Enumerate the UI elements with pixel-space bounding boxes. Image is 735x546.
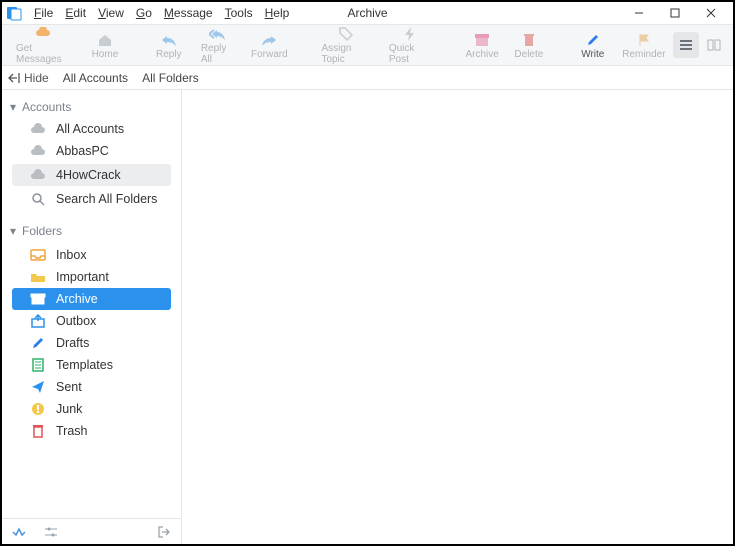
section-accounts[interactable]: ▾ Accounts — [2, 94, 181, 118]
section-folders[interactable]: ▾ Folders — [2, 218, 181, 242]
account-4howcrack[interactable]: 4HowCrack — [12, 164, 171, 186]
forward-icon — [261, 31, 277, 49]
activity-icon[interactable] — [12, 527, 26, 537]
account-abbaspc[interactable]: AbbasPC — [2, 140, 181, 162]
menu-file[interactable]: File — [28, 6, 59, 20]
maximize-button[interactable] — [657, 3, 693, 23]
folder-label: Junk — [56, 402, 82, 416]
app-icon — [6, 5, 22, 21]
flag-icon — [637, 31, 651, 49]
message-list-pane — [182, 90, 733, 544]
folder-label: Archive — [56, 292, 98, 306]
home-button[interactable]: Home — [83, 31, 127, 60]
folder-icon — [30, 269, 46, 285]
chevron-down-icon: ▾ — [8, 100, 18, 114]
archive-icon — [474, 31, 490, 49]
cloud-download-icon — [35, 25, 53, 43]
window-controls — [621, 3, 729, 23]
pencil-icon — [30, 335, 46, 351]
account-all[interactable]: All Accounts — [2, 118, 181, 140]
menu-edit[interactable]: Edit — [59, 6, 92, 20]
folder-label: Outbox — [56, 314, 96, 328]
folder-outbox[interactable]: Outbox — [12, 310, 171, 332]
tag-icon — [338, 25, 354, 43]
folder-label: Templates — [56, 358, 113, 372]
menu-tools[interactable]: Tools — [219, 6, 259, 20]
filter-bar: Hide All Accounts All Folders — [2, 66, 733, 90]
archive-icon — [30, 291, 46, 307]
account-label: Search All Folders — [56, 192, 157, 206]
layout-split-button[interactable] — [701, 32, 727, 58]
body: ▾ Accounts All Accounts AbbasPC 4HowCrac… — [2, 90, 733, 544]
folder-label: Drafts — [56, 336, 89, 350]
menu-view[interactable]: View — [92, 6, 130, 20]
document-icon — [30, 357, 46, 373]
app-window: File Edit View Go Message Tools Help Arc… — [0, 0, 735, 546]
archive-button[interactable]: Archive — [459, 31, 504, 60]
account-label: All Accounts — [56, 122, 124, 136]
minimize-button[interactable] — [621, 3, 657, 23]
toolbar: Get Messages Home Reply Reply All Forwar… — [2, 24, 733, 66]
hide-sidebar-button[interactable]: Hide — [8, 71, 49, 85]
delete-button[interactable]: Delete — [507, 31, 551, 60]
menu-bar: File Edit View Go Message Tools Help Arc… — [2, 2, 733, 24]
reply-button[interactable]: Reply — [147, 31, 191, 60]
reminder-button[interactable]: Reminder — [617, 31, 671, 60]
filter-all-accounts[interactable]: All Accounts — [63, 71, 128, 85]
reply-all-button[interactable]: Reply All — [193, 25, 243, 65]
folder-sent[interactable]: Sent — [12, 376, 171, 398]
outbox-icon — [30, 313, 46, 329]
assign-topic-button[interactable]: Assign Topic — [313, 25, 378, 65]
send-icon — [30, 379, 46, 395]
get-messages-button[interactable]: Get Messages — [8, 25, 81, 65]
folder-junk[interactable]: Junk — [12, 398, 171, 420]
search-all-folders[interactable]: Search All Folders — [2, 188, 181, 210]
folder-label: Trash — [56, 424, 88, 438]
cloud-icon — [30, 143, 46, 159]
trash-icon — [30, 423, 46, 439]
forward-button[interactable]: Forward — [245, 31, 293, 60]
menu-go[interactable]: Go — [130, 6, 158, 20]
cloud-icon — [30, 167, 46, 183]
bolt-icon — [404, 25, 416, 43]
filter-all-folders[interactable]: All Folders — [142, 71, 199, 85]
folder-templates[interactable]: Templates — [12, 354, 171, 376]
warning-icon — [30, 401, 46, 417]
folder-label: Inbox — [56, 248, 87, 262]
chevron-down-icon: ▾ — [8, 224, 18, 238]
folder-archive[interactable]: Archive — [12, 288, 171, 310]
inbox-icon — [30, 247, 46, 263]
collapse-icon — [8, 72, 20, 84]
account-label: AbbasPC — [56, 144, 109, 158]
folder-important[interactable]: Important — [12, 266, 171, 288]
close-button[interactable] — [693, 3, 729, 23]
layout-list-button[interactable] — [673, 32, 699, 58]
logout-icon[interactable] — [157, 526, 171, 538]
trash-icon — [522, 31, 536, 49]
write-button[interactable]: Write — [571, 31, 615, 60]
folder-trash[interactable]: Trash — [12, 420, 171, 442]
folder-label: Important — [56, 270, 109, 284]
account-label: 4HowCrack — [56, 168, 121, 182]
home-icon — [97, 31, 113, 49]
folder-drafts[interactable]: Drafts — [12, 332, 171, 354]
reply-all-icon — [209, 25, 227, 43]
sidebar-footer — [2, 518, 181, 544]
folder-inbox[interactable]: Inbox — [12, 244, 171, 266]
cloud-icon — [30, 121, 46, 137]
menu-help[interactable]: Help — [259, 6, 296, 20]
settings-sliders-icon[interactable] — [44, 526, 58, 538]
folder-label: Sent — [56, 380, 82, 394]
sidebar: ▾ Accounts All Accounts AbbasPC 4HowCrac… — [2, 90, 182, 544]
quick-post-button[interactable]: Quick Post — [381, 25, 440, 65]
reply-icon — [161, 31, 177, 49]
pencil-icon — [586, 31, 600, 49]
search-icon — [30, 191, 46, 207]
menu-message[interactable]: Message — [158, 6, 219, 20]
